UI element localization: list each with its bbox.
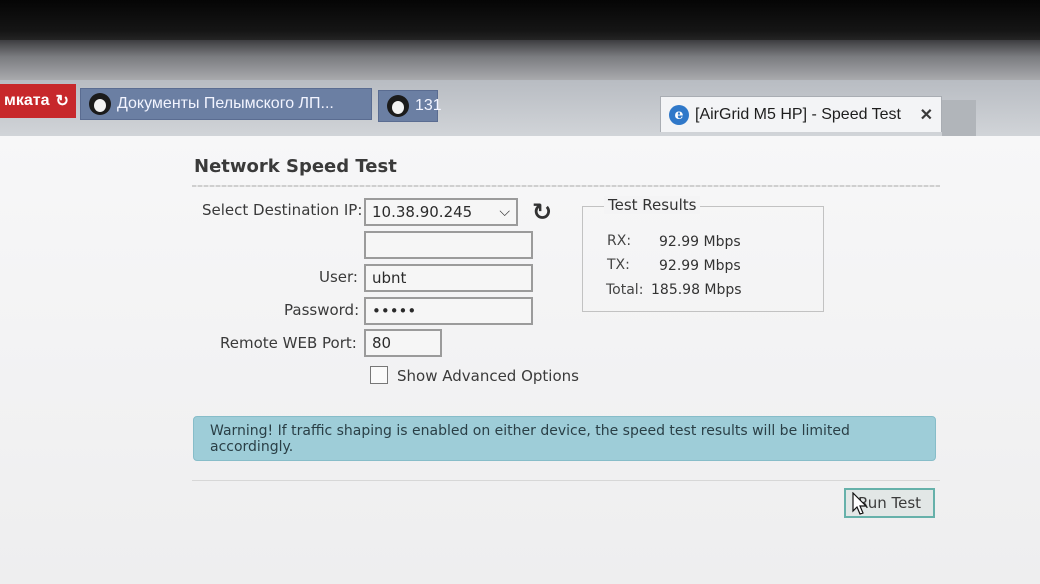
close-icon[interactable]: ✕ (920, 105, 933, 125)
penguin-icon (89, 93, 111, 115)
total-value: 185.98 Mbps (651, 282, 742, 298)
total-label: Total: (606, 282, 644, 298)
advanced-options-label[interactable]: Show Advanced Options (397, 367, 579, 385)
port-label: Remote WEB Port: (220, 334, 357, 352)
mouse-cursor-icon (852, 492, 868, 515)
tab-documents[interactable]: Документы Пелымского ЛП... (80, 88, 372, 120)
penguin-icon (387, 95, 409, 117)
user-label: User: (319, 268, 358, 286)
destination-value: 10.38.90.245 (372, 203, 473, 221)
tab-speed-test-label: [AirGrid M5 HP] - Speed Test (695, 105, 901, 123)
tab-red-label: мката (4, 92, 50, 109)
warning-text: Warning! If traffic shaping is enabled o… (210, 422, 850, 455)
page-title: Network Speed Test (194, 156, 397, 177)
user-field[interactable]: ubnt (364, 264, 533, 292)
user-value: ubnt (372, 269, 407, 287)
tx-label: TX: (607, 257, 630, 273)
password-field[interactable]: ••••• (364, 297, 533, 325)
divider (192, 480, 940, 481)
tab-131-label: 131 (415, 97, 442, 114)
test-results-title: Test Results (604, 196, 701, 214)
divider (192, 185, 940, 187)
warning-banner: Warning! If traffic shaping is enabled o… (193, 416, 936, 461)
rx-label: RX: (607, 233, 632, 249)
refresh-icon[interactable]: ↻ (55, 91, 68, 111)
port-field[interactable]: 80 (364, 329, 442, 357)
destination-input[interactable] (364, 231, 533, 259)
tab-red[interactable]: мката ↻ (0, 84, 76, 118)
tab-documents-label: Документы Пелымского ЛП... (117, 95, 334, 112)
tab-speed-test[interactable]: e [AirGrid M5 HP] - Speed Test ✕ (660, 96, 942, 132)
destination-label: Select Destination IP: (202, 201, 363, 219)
tab-strip-filler (942, 100, 976, 136)
password-label: Password: (284, 301, 360, 319)
tab-131[interactable]: 131 (378, 90, 442, 122)
advanced-options-checkbox[interactable] (370, 366, 388, 384)
destination-select[interactable]: 10.38.90.245 ⌵ (364, 198, 518, 226)
port-value: 80 (372, 334, 392, 352)
password-value: ••••• (372, 302, 417, 320)
chevron-down-icon: ⌵ (499, 204, 510, 220)
tx-value: 92.99 Mbps (659, 258, 741, 274)
rx-value: 92.99 Mbps (659, 234, 741, 250)
ie-icon: e (669, 104, 689, 125)
refresh-icon[interactable]: ↻ (532, 198, 552, 226)
monitor-bezel (0, 0, 1040, 44)
